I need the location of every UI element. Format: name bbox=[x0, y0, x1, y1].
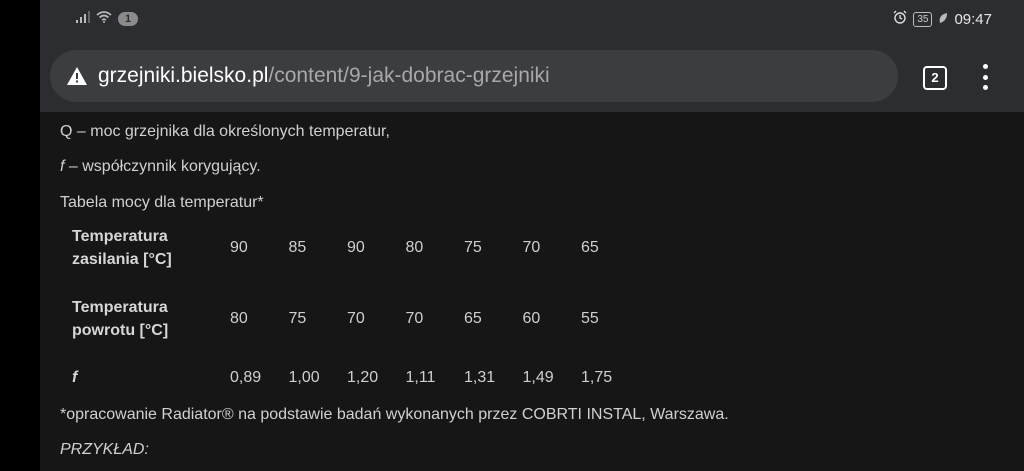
leaf-icon bbox=[938, 11, 948, 28]
table-row: Temperatura zasilania [°C] 90 85 90 80 75… bbox=[60, 224, 640, 272]
row-header: Temperatura zasilania [°C] bbox=[72, 228, 172, 268]
browser-toolbar: grzejniki.bielsko.pl/content/9-jak-dobra… bbox=[40, 40, 1024, 112]
table-cell: 85 bbox=[288, 239, 307, 256]
device-bezel bbox=[0, 0, 40, 471]
status-left: 1 bbox=[76, 10, 139, 28]
definition-q: Q – moc grzejnika dla określonych temper… bbox=[60, 123, 390, 140]
definition-f-text: – współczynnik korygujący. bbox=[64, 158, 261, 175]
table-cell: 1,11 bbox=[405, 368, 436, 386]
table-cell: 75 bbox=[288, 310, 307, 327]
table-caption: Tabela mocy dla temperatur* bbox=[60, 194, 264, 211]
url-path: /content/9-jak-dobrac-grzejniki bbox=[268, 64, 550, 87]
table-cell: 90 bbox=[347, 239, 365, 256]
table-cell: 1,75 bbox=[581, 368, 613, 386]
table-cell: 55 bbox=[581, 310, 599, 327]
table-cell: 65 bbox=[581, 239, 599, 256]
table-cell: 80 bbox=[405, 239, 424, 256]
table-cell: 1,00 bbox=[288, 368, 320, 386]
row-header: f bbox=[72, 369, 78, 386]
table-cell: 80 bbox=[230, 310, 248, 327]
wifi-icon bbox=[96, 10, 112, 28]
table-cell: 70 bbox=[347, 310, 365, 327]
page-content: Q – moc grzejnika dla określonych temper… bbox=[40, 112, 1024, 471]
table-cell: 65 bbox=[464, 310, 482, 327]
table-row: Temperatura powrotu [°C] 80 75 70 70 65 6… bbox=[60, 295, 640, 343]
url-domain: grzejniki.bielsko.pl bbox=[98, 64, 269, 87]
row-header: Temperatura powrotu [°C] bbox=[72, 299, 169, 339]
tab-switcher-button[interactable]: 2 bbox=[923, 66, 947, 90]
definition-f: f – współczynnik korygujący. bbox=[60, 158, 261, 176]
power-table: Temperatura zasilania [°C] 90 85 90 80 75… bbox=[60, 224, 640, 389]
example-label: PRZYKŁAD: bbox=[60, 441, 149, 458]
status-right: 35 09:47 bbox=[893, 10, 992, 28]
table-cell: 60 bbox=[522, 310, 541, 327]
table-cell: 1,20 bbox=[347, 368, 379, 386]
table-cell: 0,89 bbox=[230, 368, 262, 386]
clock: 09:47 bbox=[954, 10, 992, 28]
table-cell: 1,49 bbox=[522, 368, 554, 386]
signal-icon bbox=[76, 10, 90, 28]
status-bar: 1 35 09:47 bbox=[40, 0, 1024, 40]
warning-icon[interactable] bbox=[66, 65, 88, 87]
table-cell: 75 bbox=[464, 239, 482, 256]
table-cell: 1,31 bbox=[464, 368, 496, 386]
url-text[interactable]: grzejniki.bielsko.pl/content/9-jak-dobra… bbox=[98, 64, 550, 88]
battery-level: 35 bbox=[913, 11, 933, 27]
table-cell: 90 bbox=[230, 239, 248, 256]
phone-screen: 1 35 09:47 grzejniki.bielsko.pl/content/… bbox=[40, 0, 1024, 471]
address-bar[interactable]: grzejniki.bielsko.pl/content/9-jak-dobra… bbox=[50, 50, 898, 102]
alarm-icon bbox=[893, 10, 907, 28]
footnote: *opracowanie Radiator® na podstawie bada… bbox=[60, 406, 729, 423]
table-cell: 70 bbox=[522, 239, 541, 256]
notification-badge: 1 bbox=[118, 12, 139, 26]
overflow-menu-icon[interactable] bbox=[978, 64, 992, 90]
table-row: f 0,89 1,00 1,20 1,11 1,31 1,49 1,75 bbox=[60, 366, 640, 389]
table-cell: 70 bbox=[405, 310, 424, 327]
